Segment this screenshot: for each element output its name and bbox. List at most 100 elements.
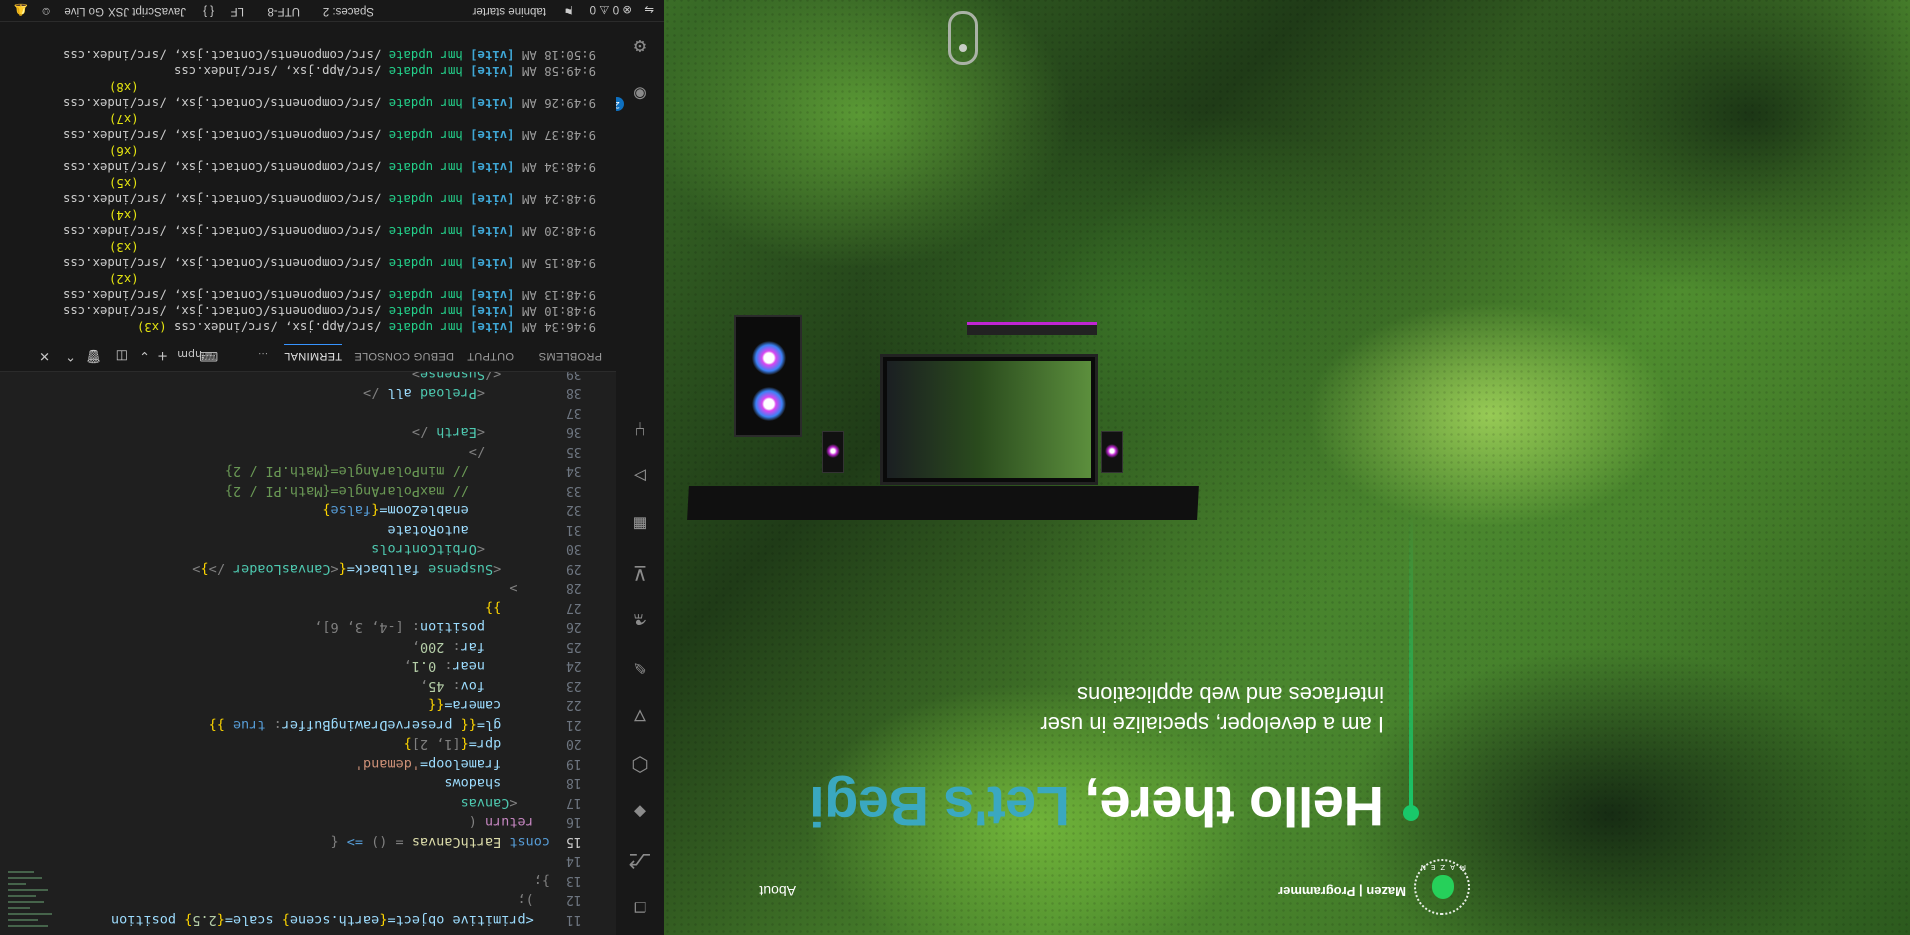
encoding-status[interactable]: UTF-8	[267, 5, 300, 17]
code-line[interactable]: );	[517, 890, 550, 910]
code-line[interactable]: shadows	[444, 773, 550, 793]
code-line[interactable]: autoRotate	[387, 520, 550, 540]
edit-icon[interactable]: ✎	[628, 657, 652, 681]
terminal-line: 9:49:26 AM [vite] hmr update /src/compon…	[63, 95, 596, 111]
code-line[interactable]: <Earth />	[412, 422, 550, 442]
terminal-dropdown-icon[interactable]: ⌄	[139, 348, 150, 363]
tab-output[interactable]: OUTPUT	[467, 350, 514, 362]
code-line[interactable]: fov: 45,	[420, 676, 550, 696]
language-status[interactable]: JavaScript JSX	[108, 5, 186, 17]
tabnine-status[interactable]: tabnine starter	[472, 5, 546, 17]
tab-debug-console[interactable]: DEBUG CONSOLE	[354, 350, 454, 362]
code-token: enableZoom=	[379, 502, 550, 519]
line-number: 27	[566, 600, 582, 615]
line-number: 21	[566, 717, 582, 732]
code-line[interactable]: near: 0.1,	[404, 656, 550, 676]
site-brand[interactable]: Mazen | Programmer	[1278, 884, 1406, 899]
logo-alien-icon	[1432, 875, 1454, 899]
split-terminal-icon[interactable]: ◫	[116, 348, 128, 363]
code-line[interactable]: >	[509, 578, 550, 598]
copilot-icon[interactable]: ☺	[40, 5, 52, 17]
indentation-status[interactable]: Spaces: 2	[323, 5, 374, 17]
code-token: :	[444, 639, 461, 655]
run-icon[interactable]: ▷	[628, 465, 652, 489]
code-line[interactable]	[542, 403, 550, 423]
code-line[interactable]: />	[469, 442, 550, 462]
notifications-icon[interactable]: 🔔	[14, 3, 28, 17]
cube-icon[interactable]: ⬡	[628, 753, 652, 777]
vite-icon[interactable]: ▽	[628, 705, 652, 729]
explorer-icon[interactable]: ❐	[628, 897, 652, 921]
code-area[interactable]: <primitive object={earth.scene} scale={2…	[60, 347, 551, 935]
code-line[interactable]: camera={{	[428, 695, 550, 715]
new-terminal-icon[interactable]: +	[157, 348, 168, 363]
terminal-timestamp: 9:48:34 AM	[521, 160, 596, 174]
terminal-line: (x6)	[109, 143, 146, 159]
code-line[interactable]: far: 200,	[412, 637, 550, 657]
close-panel-icon[interactable]: ✕	[39, 348, 50, 363]
python-icon[interactable]: ◆	[628, 801, 652, 825]
eol-status[interactable]: LF	[231, 5, 244, 17]
code-token: />	[411, 424, 437, 441]
source-control-icon[interactable]: ⑂	[628, 417, 652, 441]
terminal-shell-name[interactable]: npm	[177, 348, 202, 361]
code-editor[interactable]: 11 12 13 14 15 16 17 18 19 20 21 22 23 24 25 26 27 28 29 30…	[0, 347, 616, 935]
code-line[interactable]: const EarthCanvas = () => {	[331, 832, 551, 852]
settings-icon[interactable]: ⚙	[628, 35, 652, 59]
kill-terminal-icon[interactable]: 🗑	[85, 348, 102, 363]
code-line[interactable]: <primitive object={earth.scene} scale={2…	[111, 910, 550, 930]
code-line[interactable]: <OrbitControls	[371, 539, 550, 559]
terminal-output[interactable]: 9:46:34 AM [vite] hmr update /src/App.js…	[0, 23, 616, 335]
code-token: fov	[460, 678, 550, 694]
line-number: 23	[566, 678, 582, 693]
code-token: {	[216, 912, 225, 928]
code-line[interactable]: enableZoom={false}	[322, 500, 550, 520]
accounts-icon[interactable]: ◉ 2	[610, 83, 652, 111]
code-token: );	[517, 892, 550, 909]
remote-icon[interactable]: ⇋	[644, 3, 654, 17]
extensions-icon[interactable]: ▦	[628, 513, 652, 537]
minimap[interactable]	[0, 372, 60, 935]
terminal-hmr-label: hmr update	[388, 96, 463, 110]
collapse-panel-icon[interactable]: ⌃	[65, 348, 76, 363]
warnings-count: 0	[589, 3, 597, 15]
code-token: (	[468, 814, 477, 831]
nav-link-about[interactable]: About	[759, 883, 796, 899]
code-line[interactable]: frameloop='demand'	[355, 754, 550, 774]
line-number: 11	[566, 912, 582, 927]
code-token: }}	[484, 600, 550, 616]
code-line[interactable]: };	[534, 871, 550, 891]
code-line[interactable]: }}	[485, 598, 550, 618]
tab-problems[interactable]: PROBLEMS	[538, 350, 602, 362]
line-number: 34	[566, 463, 582, 479]
scroll-indicator[interactable]	[948, 11, 978, 65]
code-line[interactable]: dpr={[1, 2]}	[404, 734, 550, 754]
code-line[interactable]: gl={{ preserveDrawingBuffer: true }}	[209, 715, 550, 735]
terminal-line: 9:48:24 AM [vite] hmr update /src/compon…	[63, 191, 596, 207]
tab-terminal[interactable]: TERMINAL	[283, 344, 342, 362]
panel-tab-strip: PROBLEMS OUTPUT DEBUG CONSOLE TERMINAL .…	[0, 339, 616, 371]
code-line[interactable]: // minPolarAngle={Math.PI / 2}	[225, 461, 550, 481]
code-line[interactable]: <Canvas	[461, 793, 550, 813]
go-live-status[interactable]: Go Live	[64, 5, 104, 17]
test-icon[interactable]: ⊻	[628, 561, 652, 585]
test-flask-icon[interactable]: ⚗	[628, 609, 652, 633]
code-line[interactable]: position: [-4, 3, 6],	[314, 617, 550, 637]
code-token: near	[452, 658, 550, 675]
terminal-shell-icon: ⌨	[199, 348, 218, 363]
minimap-line	[8, 883, 26, 885]
code-token: dpr=	[468, 736, 550, 753]
code-line[interactable]: <Preload all />	[363, 383, 550, 403]
bell-icon[interactable]: ⚑	[564, 3, 574, 17]
code-line[interactable]: return (	[469, 812, 550, 832]
code-line[interactable]: <Suspense fallback={<CanvasLoader />}>	[192, 559, 550, 579]
code-line[interactable]	[542, 851, 550, 871]
tab-more[interactable]: ...	[258, 350, 268, 362]
code-line[interactable]: // maxPolarAngle={Math.PI / 2}	[225, 481, 550, 501]
line-number: 24	[566, 658, 582, 674]
code-token: }	[281, 912, 290, 928]
line-number: 37	[566, 405, 582, 420]
site-logo[interactable]: MAZEN	[1414, 859, 1470, 915]
problems-status[interactable]: ⊗ 0 ⚠ 0	[590, 3, 632, 17]
git-icon[interactable]: ⎇	[628, 849, 652, 873]
